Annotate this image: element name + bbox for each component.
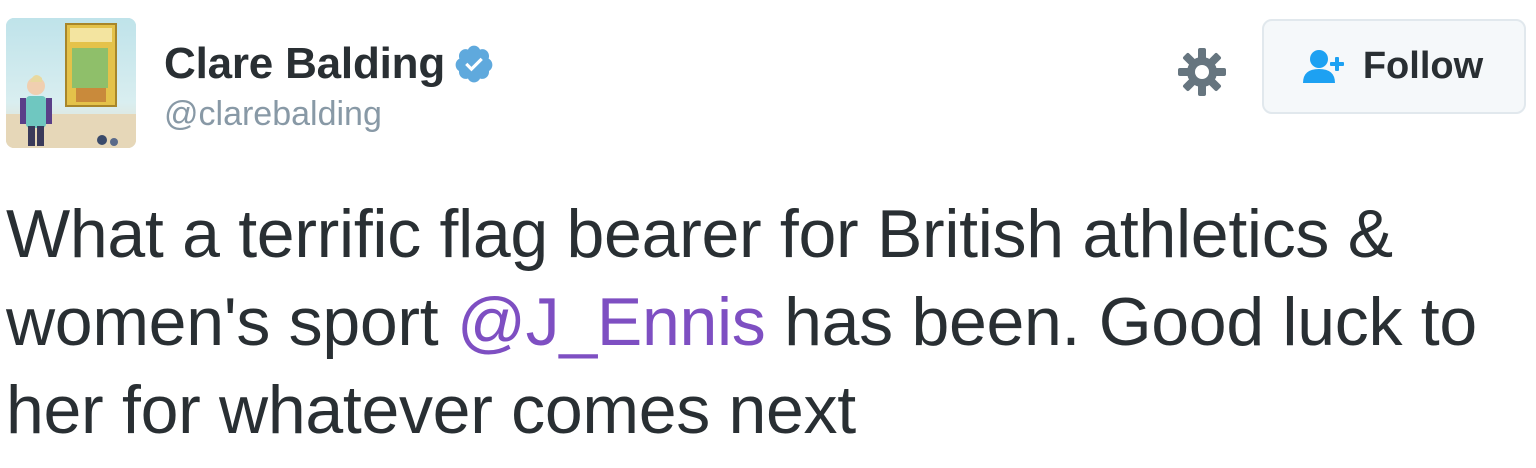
display-name[interactable]: Clare Balding <box>164 36 445 92</box>
avatar[interactable] <box>6 18 136 148</box>
mention-link[interactable]: @J_Ennis <box>457 284 766 360</box>
verified-badge-icon <box>453 43 495 85</box>
user-handle[interactable]: @clarebalding <box>164 94 495 134</box>
tweet-card: Clare Balding @clarebalding Follow What … <box>0 0 1536 468</box>
avatar-image <box>6 18 136 148</box>
user-info: Clare Balding @clarebalding <box>164 36 495 134</box>
add-user-icon <box>1299 47 1349 87</box>
display-name-row: Clare Balding <box>164 36 495 92</box>
tweet-text: What a terrific flag bearer for British … <box>6 190 1531 454</box>
follow-label: Follow <box>1362 45 1484 87</box>
gear-icon[interactable] <box>1176 46 1228 98</box>
follow-button[interactable]: Follow <box>1262 19 1526 114</box>
